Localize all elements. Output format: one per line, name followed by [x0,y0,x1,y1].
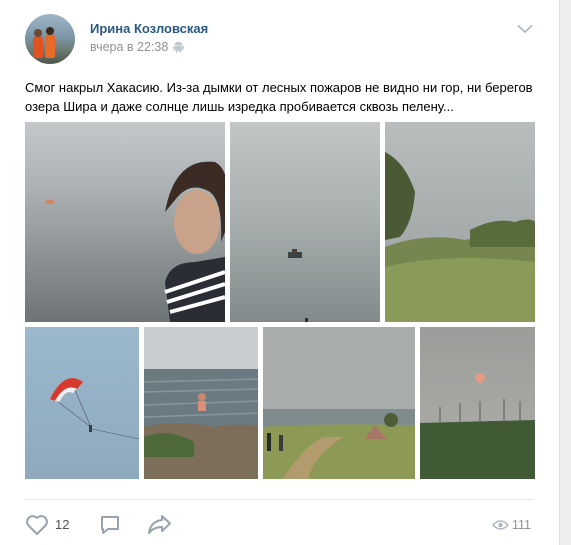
divider [25,499,534,500]
photo-boat-lake[interactable] [230,122,380,322]
photo-swimmer[interactable] [144,327,258,479]
post-time[interactable]: вчера в 22:38 [90,40,168,54]
like-count[interactable]: 12 [55,517,69,532]
photo-hazy-sun[interactable] [420,327,535,479]
photo-parasail[interactable] [25,327,139,479]
android-icon [173,41,184,53]
author-name[interactable]: Ирина Козловская [90,21,208,36]
heart-icon[interactable] [25,514,49,536]
photo-lake-shore[interactable] [385,122,535,322]
comment-icon[interactable] [99,514,121,536]
post-text: Смог накрыл Хакасию. Из-за дымки от лесн… [25,80,533,114]
post-card: Ирина Козловская вчера в 22:38 Смог накр… [0,0,560,545]
share-icon[interactable] [147,513,173,535]
chevron-down-icon[interactable] [517,24,533,34]
eye-icon [492,520,509,530]
photo-campsite[interactable] [263,327,415,479]
view-count: 111 [512,518,532,532]
avatar[interactable] [25,14,75,64]
photo-woman-lake[interactable] [25,122,225,322]
